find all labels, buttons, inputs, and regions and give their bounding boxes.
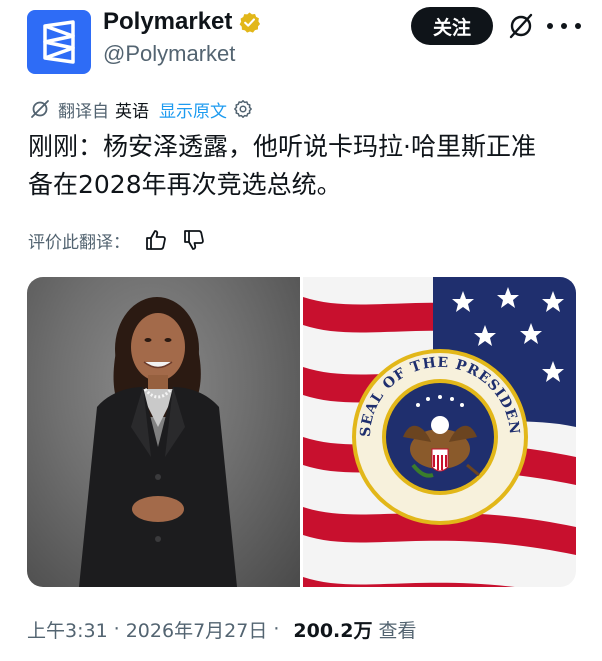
tweet-date[interactable]: 2026年7月27日 (126, 616, 268, 643)
verified-badge-icon (240, 11, 261, 33)
tweet-time[interactable]: 上午3:31 (27, 616, 108, 643)
display-name-text[interactable]: Polymarket (103, 6, 232, 38)
display-name[interactable]: Polymarket (103, 6, 261, 38)
translated-from-label: 翻译自 (58, 101, 109, 122)
follow-button[interactable]: 关注 (411, 7, 493, 45)
tweet-meta: 上午3:31 · 2026年7月27日 · 200.2万 查看 (27, 615, 417, 643)
grok-icon[interactable] (507, 12, 535, 40)
portrait-figure (79, 297, 237, 587)
polymarket-logo-icon (43, 20, 75, 64)
rate-translation: 评价此翻译： (28, 226, 206, 254)
translation-info: 翻译自 英语 显示原文 (30, 96, 253, 122)
handle[interactable]: @Polymarket (103, 40, 235, 68)
rate-translation-label: 评价此翻译： (28, 232, 130, 253)
presidential-seal-photo[interactable]: SEAL OF THE PRESIDENT OF THE UNITED STAT… (303, 277, 576, 587)
source-language: 英语 (115, 101, 149, 122)
thumbs-down-icon[interactable] (182, 228, 206, 252)
translate-icon (31, 100, 49, 118)
tweet-text: 刚刚：杨安泽透露，他听说卡玛拉·哈里斯正准 备在2028年再次竞选总统。 (28, 132, 536, 199)
flag-and-seal: SEAL OF THE PRESIDENT OF THE UNITED STAT… (303, 277, 576, 587)
tweet-header: Polymarket @Polymarket 关注 (0, 0, 602, 80)
show-original-link[interactable]: 显示原文 (159, 97, 227, 122)
meta-separator: · (273, 618, 280, 640)
gear-icon[interactable] (233, 99, 253, 119)
avatar[interactable] (27, 10, 91, 74)
views-count[interactable]: 200.2万 (293, 616, 372, 643)
portrait-photo[interactable] (27, 277, 300, 587)
thumbs-up-icon[interactable] (144, 228, 168, 252)
meta-separator: · (113, 618, 120, 640)
media-grid: SEAL OF THE PRESIDENT OF THE UNITED STAT… (27, 277, 576, 587)
more-options-icon[interactable] (547, 12, 581, 40)
views-label: 查看 (378, 619, 417, 642)
